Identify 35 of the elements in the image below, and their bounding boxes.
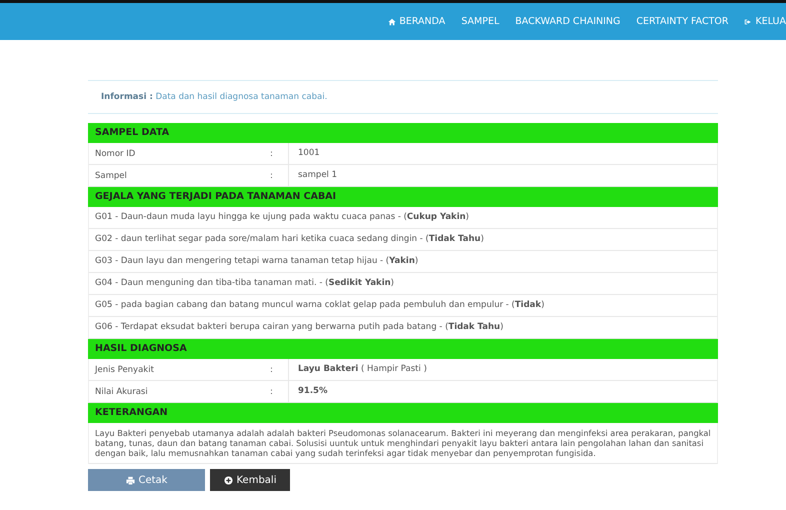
symptom-text: G03 - Daun layu dan mengering tetapi warna tanaman tetap hijau - (Yakin) <box>95 255 418 268</box>
table-cell-text: Nilai Akurasi <box>94 386 149 396</box>
nav-link[interactable]: SAMPEL <box>461 16 500 27</box>
section-header: HASIL DIAGNOSA <box>88 339 718 359</box>
nav-link[interactable]: KELUA <box>744 16 786 27</box>
symptom-text: G01 - Daun-daun muda layu hingga ke ujung pada waktu cuaca panas - (Cukup Yakin) <box>95 211 469 224</box>
back-button[interactable]: Kembali <box>210 469 290 491</box>
table-cell-text: : <box>270 148 274 158</box>
symptom-text: G05 - pada bagian cabang dan batang muncul warna coklat gelap pada pembuluh dan empulur - (Tidak) <box>95 299 544 312</box>
sign-out-icon <box>744 18 752 26</box>
printer-icon <box>126 476 134 484</box>
table-cell-text: Jenis Penyakit <box>94 364 155 374</box>
table-cell: 91.5% <box>288 381 717 402</box>
table-cell: sampel 1 <box>288 165 717 186</box>
section-header: SAMPEL DATA <box>88 123 718 143</box>
table-cell-text: : <box>270 170 274 180</box>
home-icon <box>388 18 396 26</box>
table-cell-text: : <box>270 364 274 374</box>
symptom-text: G02 - daun terlihat segar pada sore/malam hari ketika cuaca sedang dingin - (Tidak Tahu) <box>95 233 484 246</box>
nav-link[interactable]: BACKWARD CHAINING <box>515 16 620 27</box>
symptom-text: G04 - Daun menguning dan tiba-tiba tanaman mati. - (Sedikit Yakin) <box>95 277 394 290</box>
description-text: Layu Bakteri penyebab utamanya adalah adalah bakteri Pseudomonas solanacearum. Bakteri ini meyerang dan menginfeksi area perakaran, pangkal batang, tunas, daun dan batang tanaman cabai. Solusisi uuntuk untuk menghindari penyakit layu bakteri antara lain pengolahan lahan dan sanitasi dengan baik, lalu memusnahkan tanaman cabai yang sudah terinfeksi agar tidak menyebar dan penyemprotan fungisida. <box>95 428 711 458</box>
print-button[interactable]: Cetak <box>88 469 205 491</box>
table-cell: Layu Bakteri ( Hampir Pasti ) <box>288 359 717 380</box>
plus-circle-icon <box>224 476 232 484</box>
symptom-text: G06 - Terdapat eksudat bakteri berupa cairan yang berwarna putih pada batang - (Tidak Tahu) <box>95 321 504 334</box>
nav-link[interactable]: BERANDA <box>388 16 446 27</box>
table-cell-text: Nomor ID <box>94 148 136 158</box>
nav-link[interactable]: CERTAINTY FACTOR <box>636 16 728 27</box>
table-cell-text: : <box>270 386 274 396</box>
section-header: KETERANGAN <box>88 403 718 423</box>
table-cell: 1001 <box>288 143 717 164</box>
table-cell-text: Sampel <box>94 170 128 180</box>
section-header: GEJALA YANG TERJADI PADA TANAMAN CABAI <box>88 187 718 207</box>
info-text: Informasi : Data dan hasil diagnosa tanaman cabai. <box>101 92 328 102</box>
